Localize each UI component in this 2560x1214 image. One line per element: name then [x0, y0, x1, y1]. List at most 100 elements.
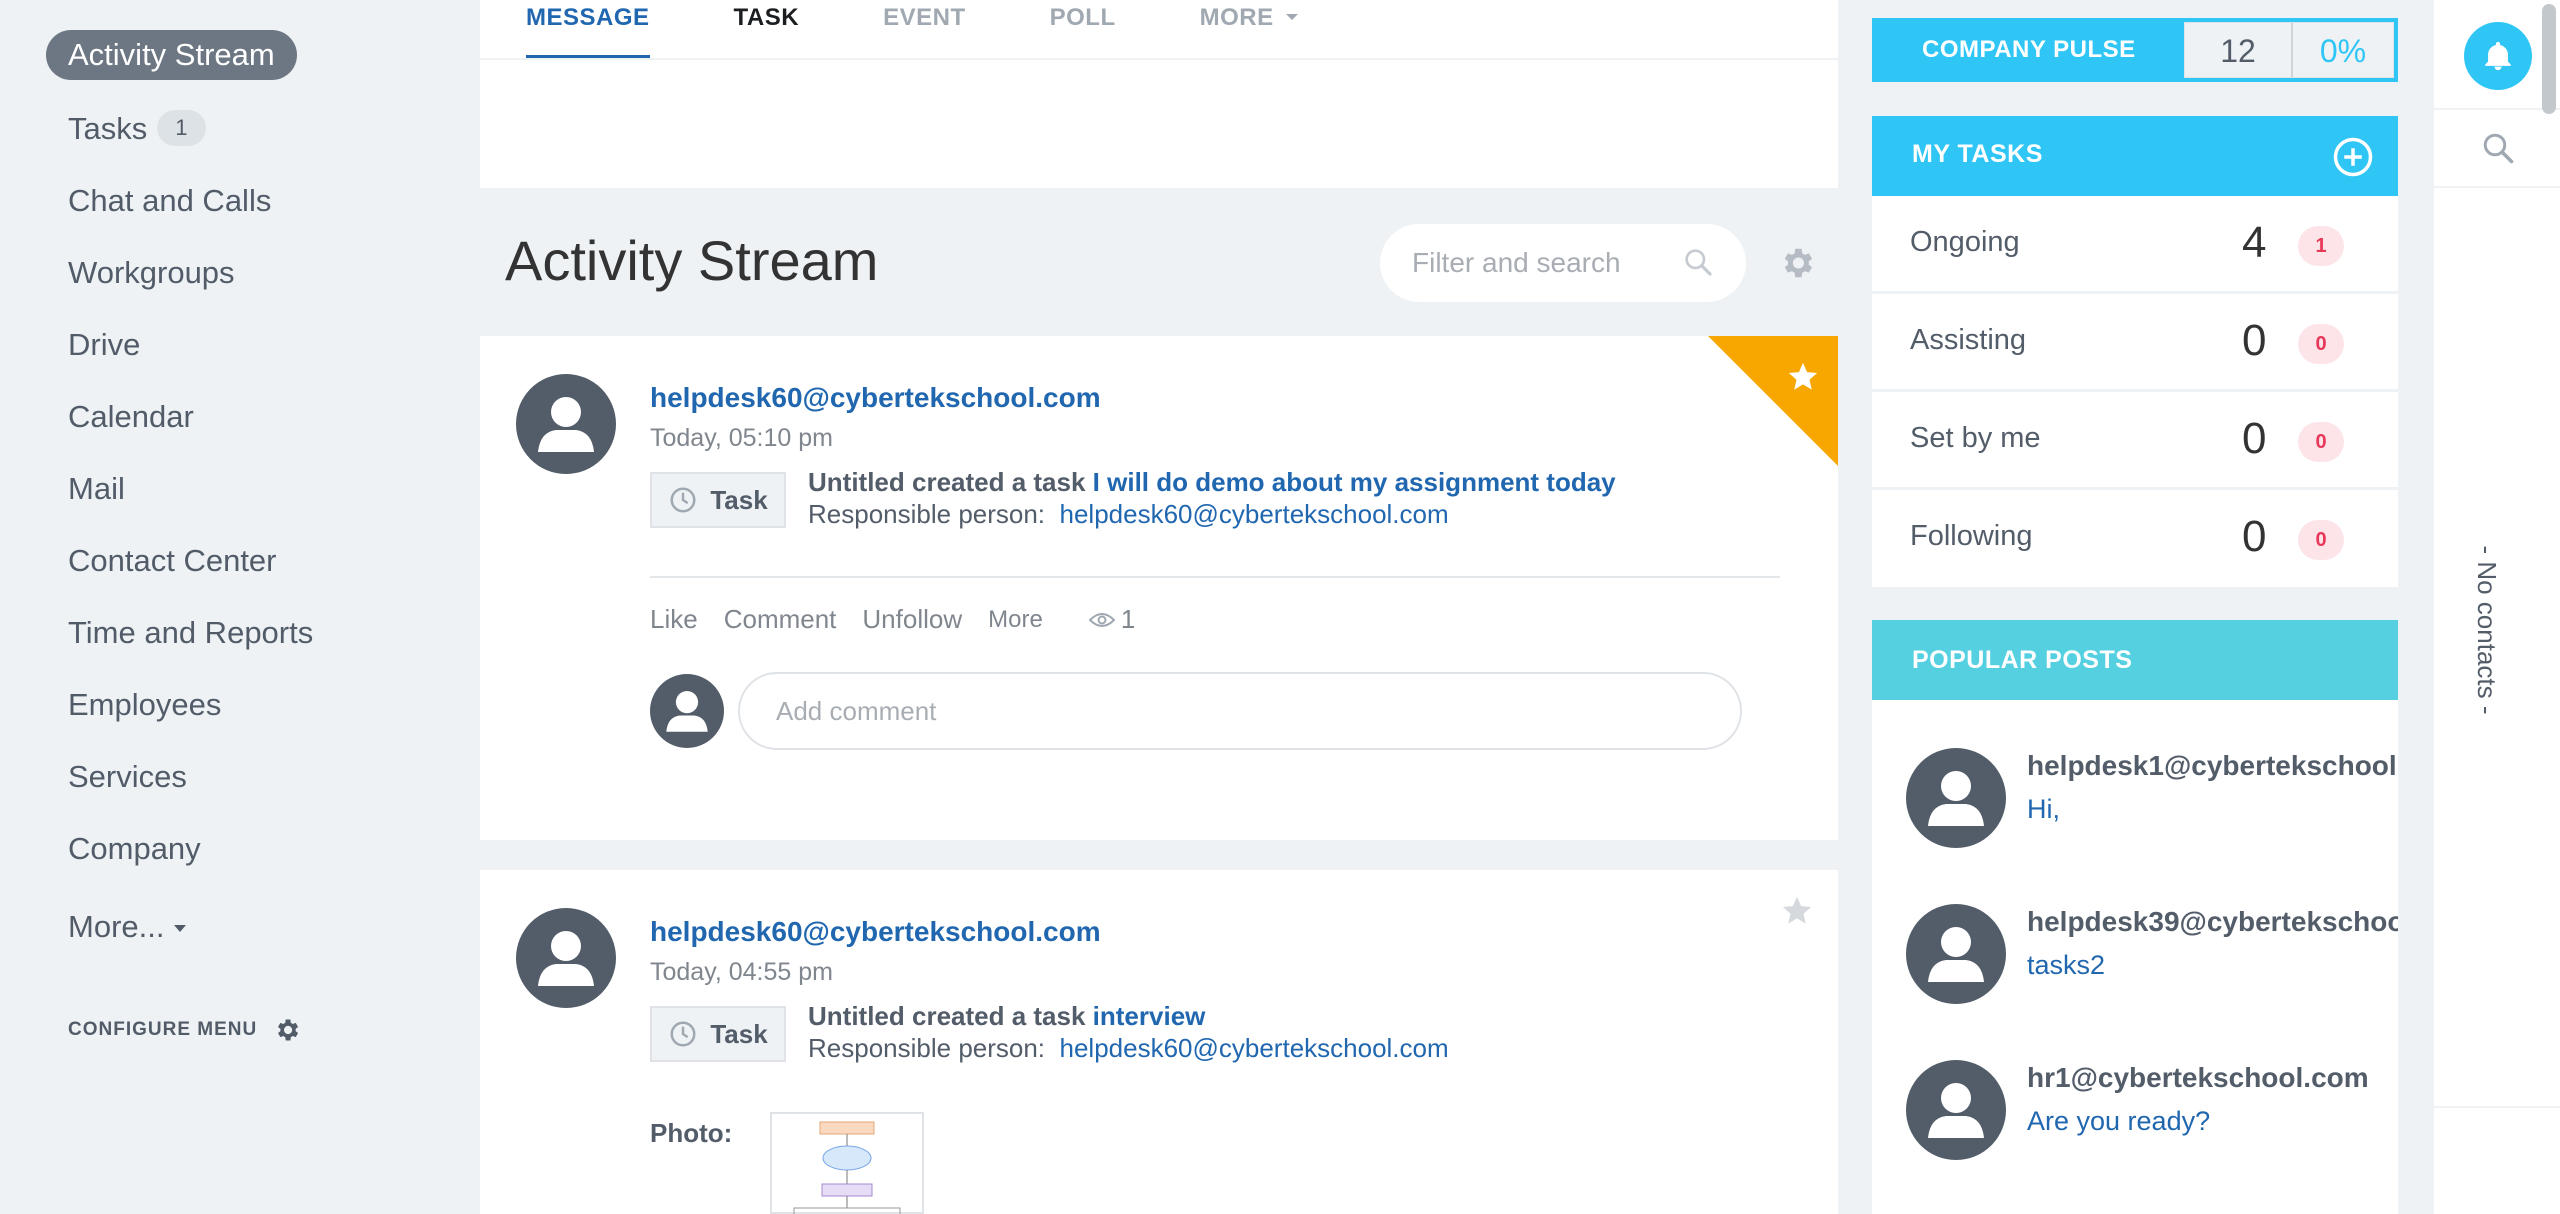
popular-post-text[interactable]: Hi,	[2027, 794, 2060, 825]
avatar[interactable]	[516, 374, 616, 474]
responsible-person-link[interactable]: helpdesk60@cybertekschool.com	[1060, 499, 1449, 529]
sidebar-item-mail[interactable]: Mail	[46, 464, 147, 514]
popular-post-item[interactable]: helpdesk39@cybertekschoo tasks2	[1872, 902, 2398, 1022]
gear-icon	[278, 1019, 299, 1041]
sidebar-item-label: Services	[68, 759, 187, 794]
like-button[interactable]: Like	[650, 604, 698, 635]
sidebar-item-workgroups[interactable]: Workgroups	[46, 248, 257, 298]
eye-icon	[1088, 612, 1115, 627]
tasks-row-assisting[interactable]: Assisting 0 0	[1872, 294, 2398, 391]
post-timestamp[interactable]: Today, 04:55 pm	[650, 958, 833, 987]
sidebar-item-label: Tasks	[68, 111, 148, 146]
user-icon	[1928, 927, 1984, 982]
tasks-row-badge: 1	[2298, 226, 2344, 266]
search-icon[interactable]	[2480, 130, 2516, 166]
sidebar-item-contact-center[interactable]: Contact Center	[46, 536, 299, 586]
add-comment-input[interactable]: Add comment	[738, 672, 1742, 750]
post-author-link[interactable]: helpdesk60@cybertekschool.com	[650, 382, 1101, 414]
user-icon	[1928, 1083, 1984, 1138]
sidebar-item-label: Chat and Calls	[68, 183, 272, 218]
tasks-row-count: 0	[2242, 316, 2267, 365]
unfollow-button[interactable]: Unfollow	[862, 604, 962, 635]
my-tasks-header[interactable]: MY TASKS	[1872, 116, 2398, 196]
no-contacts-text: - No contacts -	[2472, 545, 2502, 715]
my-tasks-title: MY TASKS	[1912, 140, 2043, 168]
company-pulse-widget[interactable]: COMPANY PULSE 12 0%	[1872, 18, 2398, 82]
tasks-row-label: Following	[1910, 520, 2033, 552]
task-summary: Untitled created a task interview Respon…	[808, 1000, 1449, 1064]
sidebar-item-employees[interactable]: Employees	[46, 680, 243, 730]
sidebar-item-activity-stream[interactable]: Activity Stream	[46, 30, 297, 80]
sidebar-item-label: Calendar	[68, 399, 194, 434]
tab-label: MORE	[1199, 4, 1274, 31]
task-summary: Untitled created a task I will do demo a…	[808, 466, 1616, 530]
post-timestamp[interactable]: Today, 05:10 pm	[650, 424, 833, 453]
tasks-row-set-by-me[interactable]: Set by me 0 0	[1872, 392, 2398, 489]
tab-event[interactable]: EVENT	[883, 0, 966, 58]
sidebar-item-chat-and-calls[interactable]: Chat and Calls	[46, 176, 293, 226]
avatar	[1906, 1060, 2006, 1160]
strip-divider	[2434, 186, 2560, 188]
responsible-label: Responsible person:	[808, 1033, 1046, 1063]
tasks-row-badge: 0	[2298, 422, 2344, 462]
diagram-thumbnail-image	[793, 1121, 901, 1214]
tab-label: MESSAGE	[526, 4, 650, 31]
composer-divider	[480, 58, 1838, 60]
plus-circle-icon[interactable]	[2332, 136, 2374, 178]
pulse-stats: 12 0%	[2184, 22, 2394, 78]
task-title-link[interactable]: interview	[1093, 1001, 1206, 1031]
sidebar-item-tasks[interactable]: Tasks 1	[46, 104, 228, 154]
configure-menu-button[interactable]: CONFIGURE MENU	[68, 1016, 301, 1044]
popular-post-text[interactable]: tasks2	[2027, 950, 2105, 981]
comment-placeholder: Add comment	[776, 695, 937, 726]
gear-icon[interactable]	[1778, 244, 1816, 282]
tasks-row-count: 0	[2242, 512, 2267, 561]
sidebar-item-label: Company	[68, 831, 201, 866]
photo-thumbnail[interactable]	[770, 1112, 924, 1214]
sidebar-item-more[interactable]: More...	[46, 902, 208, 952]
notifications-button[interactable]	[2464, 22, 2532, 90]
sidebar-item-label: Contact Center	[68, 543, 277, 578]
tab-label: EVENT	[883, 4, 966, 31]
bell-icon	[2485, 41, 2511, 71]
popular-post-text[interactable]: Are you ready?	[2027, 1106, 2210, 1137]
tasks-row-badge: 0	[2298, 520, 2344, 560]
star-icon[interactable]	[1780, 894, 1814, 928]
task-type-chip: Task	[650, 1006, 786, 1062]
avatar	[1906, 748, 2006, 848]
tab-poll[interactable]: POLL	[1050, 0, 1116, 58]
tasks-row-badge: 0	[2298, 324, 2344, 364]
configure-menu-label: CONFIGURE MENU	[68, 1019, 258, 1040]
sidebar-item-calendar[interactable]: Calendar	[46, 392, 216, 442]
pulse-count: 12	[2185, 23, 2293, 77]
sidebar-item-time-and-reports[interactable]: Time and Reports	[46, 608, 335, 658]
tab-message[interactable]: MESSAGE	[526, 0, 650, 58]
tab-task[interactable]: TASK	[734, 0, 800, 58]
views-count: 1	[1120, 604, 1136, 634]
strip-divider	[2434, 1106, 2560, 1108]
responsible-person-link[interactable]: helpdesk60@cybertekschool.com	[1060, 1033, 1449, 1063]
tab-label: POLL	[1049, 4, 1116, 31]
tasks-row-following[interactable]: Following 0 0	[1872, 490, 2398, 587]
tasks-row-count: 4	[2242, 218, 2267, 267]
pulse-percent: 0%	[2319, 33, 2367, 69]
popular-posts-list: helpdesk1@cybertekschool. Hi, helpdesk39…	[1872, 700, 2398, 1214]
popular-post-item[interactable]: hr1@cybertekschool.com Are you ready?	[1872, 1058, 2398, 1178]
post-author-link[interactable]: helpdesk60@cybertekschool.com	[650, 916, 1101, 948]
popular-post-item[interactable]: helpdesk1@cybertekschool. Hi,	[1872, 746, 2398, 866]
tab-more[interactable]: MORE	[1200, 0, 1298, 58]
task-title-link[interactable]: I will do demo about my assignment today	[1093, 467, 1616, 497]
sidebar-item-label: Drive	[68, 327, 141, 362]
sidebar-item-company[interactable]: Company	[46, 824, 223, 874]
user-icon	[538, 931, 594, 986]
filter-search-input[interactable]: Filter and search	[1380, 224, 1746, 302]
sidebar-item-drive[interactable]: Drive	[46, 320, 162, 370]
comment-button[interactable]: Comment	[724, 604, 837, 635]
star-icon[interactable]	[1786, 360, 1820, 394]
scrollbar-thumb[interactable]	[2542, 4, 2556, 114]
tasks-row-ongoing[interactable]: Ongoing 4 1	[1872, 196, 2398, 293]
sidebar-item-label: Workgroups	[68, 255, 235, 290]
sidebar-item-services[interactable]: Services	[46, 752, 209, 802]
avatar[interactable]	[516, 908, 616, 1008]
more-button[interactable]: More	[988, 606, 1043, 634]
